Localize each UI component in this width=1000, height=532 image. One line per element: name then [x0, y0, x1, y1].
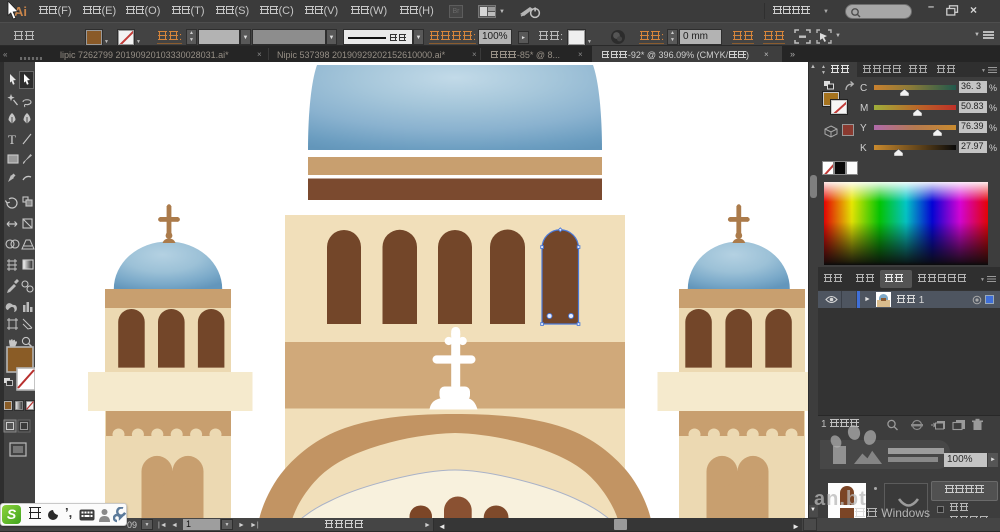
- svg-text:T: T: [8, 132, 16, 147]
